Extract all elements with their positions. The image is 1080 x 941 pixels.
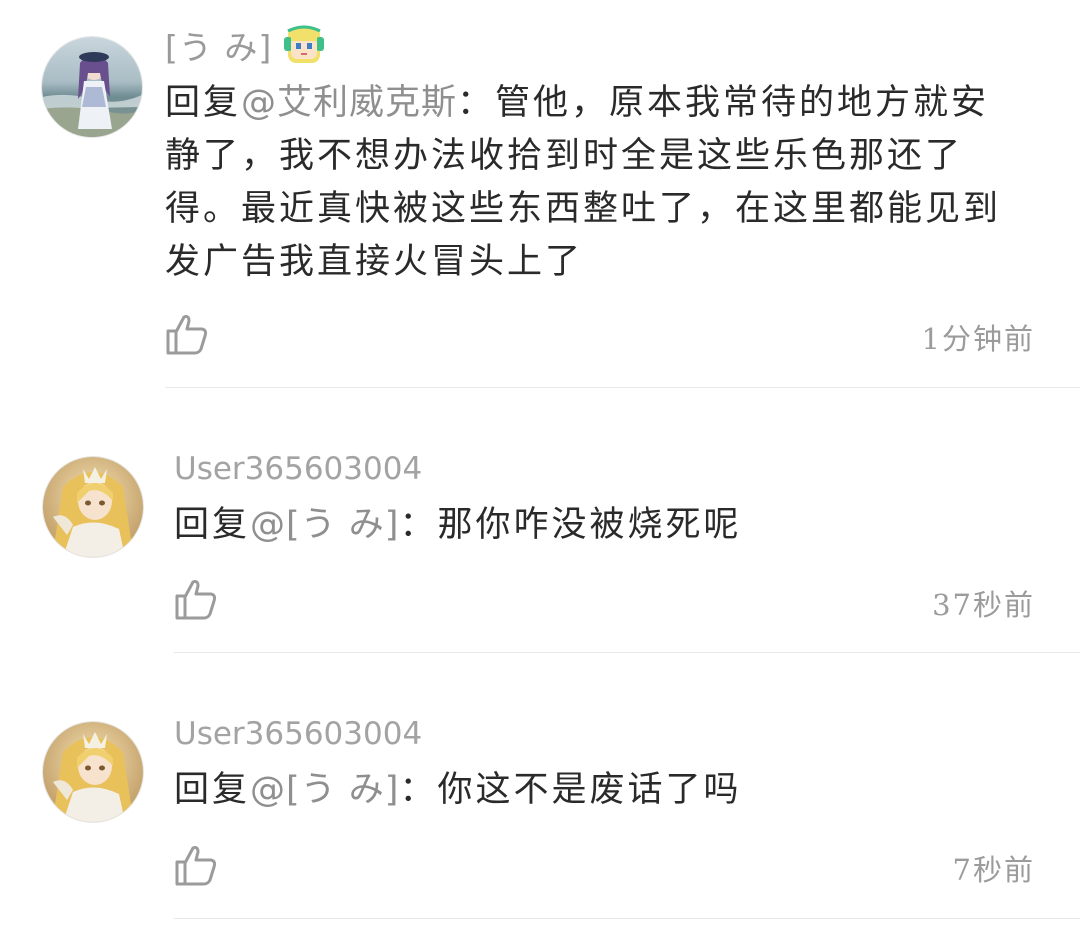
comment-item: User365603004 回复@[う み]：你这不是废话了吗 7秒前 <box>0 655 1080 941</box>
reply-prefix: 回复 <box>165 83 242 123</box>
like-button[interactable] <box>164 311 210 357</box>
username[interactable]: User365603004 <box>174 451 422 487</box>
timestamp: 7秒前 <box>952 853 1035 887</box>
comment-line-text: ：你这不是废话了吗 <box>399 770 742 810</box>
comment-text: 回复@[う み]：你这不是废话了吗 <box>174 764 741 817</box>
reply-prefix: 回复 <box>174 505 251 545</box>
avatar[interactable] <box>43 457 143 557</box>
like-button[interactable] <box>173 842 219 888</box>
comment-text: 回复@[う み]：那你咋没被烧死呢 <box>174 499 741 552</box>
avatar-image <box>42 37 142 137</box>
username-row: [う み] <box>165 20 326 70</box>
like-button[interactable] <box>173 576 219 622</box>
timestamp: 1分钟前 <box>921 322 1035 356</box>
comment-line-text: ：那你咋没被烧死呢 <box>399 505 742 545</box>
comment-line: 静了，我不想办法收拾到时全是这些乐色那还了 <box>165 136 964 176</box>
comment-item: User365603004 回复@[う み]：那你咋没被烧死呢 37秒前 <box>0 390 1080 655</box>
pixel-character-badge-icon <box>282 23 326 67</box>
comment-item: [う み] 回复@艾利威克斯：管他，原本我常待的地方就安 静了，我不想办法收拾到… <box>0 0 1080 390</box>
comment-line-text: ：管他，原本我常待的地方就安 <box>457 83 990 123</box>
thumbs-up-icon <box>175 846 217 886</box>
comment-line: 回复@[う み]：你这不是废话了吗 <box>174 764 741 817</box>
comment-line: 回复@[う み]：那你咋没被烧死呢 <box>174 499 741 552</box>
comment-line: 回复@艾利威克斯：管他，原本我常待的地方就安 <box>165 77 1001 130</box>
divider <box>165 387 1080 388</box>
mention-link[interactable]: @艾利威克斯 <box>241 83 457 123</box>
reply-prefix: 回复 <box>174 770 251 810</box>
username[interactable]: User365603004 <box>174 716 422 752</box>
mention-link[interactable]: @[う み] <box>250 770 399 810</box>
thumbs-up-icon <box>175 580 217 620</box>
avatar-image <box>43 457 143 557</box>
divider <box>174 918 1080 919</box>
username-row: User365603004 <box>174 444 422 494</box>
thumbs-up-icon <box>166 315 208 355</box>
username[interactable]: [う み] <box>165 21 272 69</box>
comment-text: 回复@艾利威克斯：管他，原本我常待的地方就安 静了，我不想办法收拾到时全是这些乐… <box>165 77 1001 289</box>
divider <box>174 652 1080 653</box>
avatar[interactable] <box>43 722 143 822</box>
comment-line: 发广告我直接火冒头上了 <box>165 242 584 282</box>
avatar[interactable] <box>42 37 142 137</box>
avatar-image <box>43 722 143 822</box>
mention-link[interactable]: @[う み] <box>250 505 399 545</box>
timestamp: 37秒前 <box>932 588 1035 622</box>
comment-line: 得。最近真快被这些东西整吐了，在这里都能见到 <box>165 189 1002 229</box>
username-row: User365603004 <box>174 709 422 759</box>
